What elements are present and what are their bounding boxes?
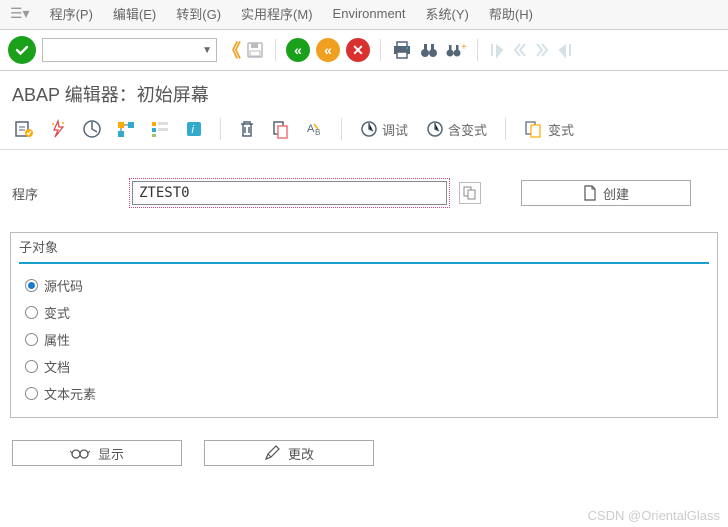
- bottom-actions: 显示 更改: [0, 428, 728, 478]
- app-toolbar: i AB 调试 含变式 变式: [0, 111, 728, 150]
- glasses-icon: [70, 446, 90, 460]
- caret-down-icon: ▼: [202, 45, 212, 56]
- menubar: ☰▾ 程序(P) 编辑(E) 转到(G) 实用程序(M) Environment…: [0, 0, 728, 30]
- radio-label: 属性: [44, 330, 70, 349]
- menu-system[interactable]: 系统(Y): [426, 4, 469, 23]
- menu-environment[interactable]: Environment: [333, 6, 406, 21]
- create-button[interactable]: 创建: [521, 180, 691, 206]
- radio-icon: [25, 306, 38, 319]
- check-icon[interactable]: [12, 117, 36, 141]
- group-divider: [19, 262, 709, 264]
- info-icon[interactable]: i: [182, 117, 206, 141]
- exit-button[interactable]: «: [316, 38, 340, 62]
- subobjects-title: 子对象: [11, 233, 717, 262]
- separator: [477, 39, 478, 61]
- separator: [505, 118, 506, 140]
- separator: [275, 39, 276, 61]
- delete-icon[interactable]: [235, 117, 259, 141]
- command-field[interactable]: ▼: [42, 38, 217, 62]
- radio-label: 文档: [44, 357, 70, 376]
- activate-icon[interactable]: [46, 117, 70, 141]
- page-title: ABAP 编辑器：初始屏幕: [0, 71, 728, 111]
- svg-text:+: +: [461, 42, 467, 53]
- rename-icon[interactable]: AB: [303, 117, 327, 141]
- with-variant-button[interactable]: 含变式: [422, 118, 491, 141]
- debug-button[interactable]: 调试: [356, 118, 412, 141]
- create-label: 创建: [603, 184, 629, 203]
- menu-dropdown-icon[interactable]: ☰▾: [10, 5, 30, 22]
- find-next-icon[interactable]: +: [445, 40, 467, 60]
- cancel-button[interactable]: ✕: [346, 38, 370, 62]
- back-button[interactable]: «: [286, 38, 310, 62]
- print-icon[interactable]: [391, 40, 413, 60]
- change-label: 更改: [288, 444, 314, 463]
- menu-goto[interactable]: 转到(G): [176, 4, 221, 23]
- f4-help-button[interactable]: [459, 182, 481, 204]
- svg-text:B: B: [315, 128, 320, 137]
- radio-text-elements[interactable]: 文本元素: [11, 380, 717, 407]
- display-label: 显示: [98, 444, 124, 463]
- change-button[interactable]: 更改: [204, 440, 374, 466]
- object-list-icon[interactable]: [148, 117, 172, 141]
- radio-source[interactable]: 源代码: [11, 272, 717, 299]
- radio-icon: [25, 360, 38, 373]
- separator: [341, 118, 342, 140]
- program-input[interactable]: [132, 181, 447, 205]
- program-input-wrap: [132, 181, 447, 205]
- menu-help[interactable]: 帮助(H): [489, 4, 533, 23]
- separator: [380, 39, 381, 61]
- radio-attributes[interactable]: 属性: [11, 326, 717, 353]
- variant-button[interactable]: 变式: [520, 118, 578, 141]
- next-page-icon[interactable]: [534, 40, 550, 60]
- first-page-icon[interactable]: [488, 40, 506, 60]
- radio-label: 文本元素: [44, 384, 96, 403]
- radio-label: 变式: [44, 303, 70, 322]
- system-toolbar: ▼ 《 « « ✕ +: [0, 30, 728, 71]
- program-row: 程序 创建: [0, 150, 728, 216]
- program-label: 程序: [12, 184, 122, 203]
- display-button[interactable]: 显示: [12, 440, 182, 466]
- page-icon: [583, 185, 597, 201]
- radio-icon: [25, 333, 38, 346]
- menu-edit[interactable]: 编辑(E): [113, 4, 156, 23]
- separator: [220, 118, 221, 140]
- radio-icon: [25, 279, 38, 292]
- subobjects-group: 子对象 源代码 变式 属性 文档 文本元素: [10, 232, 718, 418]
- menu-utilities[interactable]: 实用程序(M): [241, 4, 313, 23]
- radio-label: 源代码: [44, 276, 83, 295]
- prev-page-icon[interactable]: [512, 40, 528, 60]
- debug-label: 调试: [382, 120, 408, 139]
- where-used-icon[interactable]: [114, 117, 138, 141]
- enter-button[interactable]: [8, 36, 36, 64]
- copy-icon[interactable]: [269, 117, 293, 141]
- pencil-icon: [264, 445, 280, 461]
- radio-variant[interactable]: 变式: [11, 299, 717, 326]
- execute-icon[interactable]: [80, 117, 104, 141]
- find-icon[interactable]: [419, 40, 439, 60]
- last-page-icon[interactable]: [556, 40, 574, 60]
- with-variant-label: 含变式: [448, 120, 487, 139]
- radio-documentation[interactable]: 文档: [11, 353, 717, 380]
- radio-icon: [25, 387, 38, 400]
- menu-program[interactable]: 程序(P): [50, 4, 93, 23]
- watermark: CSDN @OrientalGlass: [588, 508, 720, 523]
- collapse-icon[interactable]: 《: [223, 37, 235, 63]
- variant-label: 变式: [548, 120, 574, 139]
- save-icon[interactable]: [245, 40, 265, 60]
